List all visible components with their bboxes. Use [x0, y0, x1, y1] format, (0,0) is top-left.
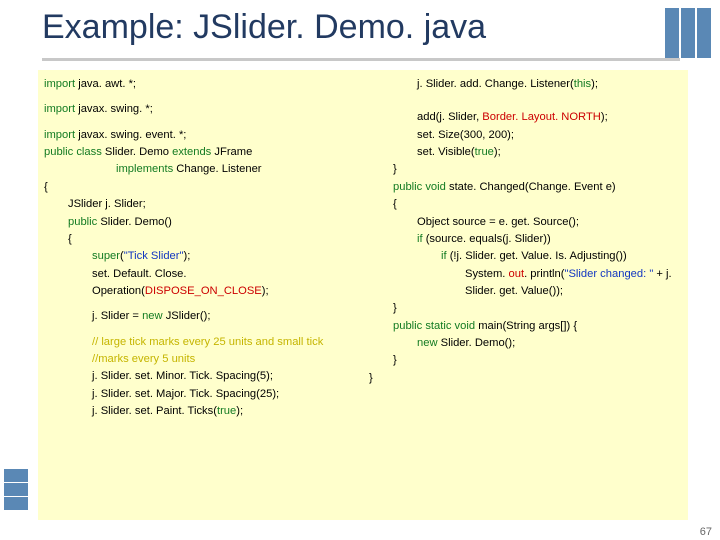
code-line: set. Size(300, 200); [369, 127, 682, 144]
code-line: { [369, 196, 682, 213]
left-decoration [4, 468, 28, 510]
code-line: } [369, 300, 682, 317]
code-column-right: j. Slider. add. Change. Listener(this); a… [363, 76, 682, 514]
code-line: import java. awt. *; [44, 76, 357, 93]
corner-decoration [664, 8, 712, 58]
code-line: } [369, 352, 682, 369]
code-line: if (!j. Slider. get. Value. Is. Adjustin… [369, 248, 682, 265]
code-line: new Slider. Demo(); [369, 335, 682, 352]
code-line: Object source = e. get. Source(); [369, 214, 682, 231]
code-line: } [369, 161, 682, 178]
code-line: JSlider j. Slider; [44, 196, 357, 213]
code-column-left: import java. awt. *; import javax. swing.… [44, 76, 363, 514]
code-line: public static void main(String args[]) { [369, 318, 682, 335]
code-line: set. Visible(true); [369, 144, 682, 161]
slide-title: Example: JSlider. Demo. java [42, 8, 486, 47]
code-line: implements Change. Listener [44, 161, 357, 178]
code-line: public class Slider. Demo extends JFrame [44, 144, 357, 161]
code-line: j. Slider. add. Change. Listener(this); [369, 76, 682, 93]
code-line: if (source. equals(j. Slider)) [369, 231, 682, 248]
code-line: j. Slider. set. Paint. Ticks(true); [44, 403, 357, 420]
code-line: // large tick marks every 25 units and s… [44, 334, 357, 369]
code-line: System. out. println("Slider changed: " … [369, 266, 682, 301]
code-line: } [369, 370, 682, 387]
page-number: 67 [700, 526, 712, 538]
code-line: j. Slider. set. Major. Tick. Spacing(25)… [44, 386, 357, 403]
code-line: import javax. swing. event. *; [44, 127, 357, 144]
code-panel: import java. awt. *; import javax. swing.… [38, 70, 688, 520]
code-line: j. Slider. set. Minor. Tick. Spacing(5); [44, 368, 357, 385]
code-line: add(j. Slider, Border. Layout. NORTH); [369, 109, 682, 126]
code-line: set. Default. Close. Operation(DISPOSE_O… [44, 266, 357, 301]
code-line: public Slider. Demo() [44, 214, 357, 231]
code-line: public void state. Changed(Change. Event… [369, 179, 682, 196]
slide: Example: JSlider. Demo. java import java… [0, 0, 720, 540]
code-line: { [44, 179, 357, 196]
code-line: j. Slider = new JSlider(); [44, 308, 357, 325]
code-line: super("Tick Slider"); [44, 248, 357, 265]
code-line: import javax. swing. *; [44, 101, 357, 118]
title-underline [42, 58, 680, 61]
code-line: { [44, 231, 357, 248]
